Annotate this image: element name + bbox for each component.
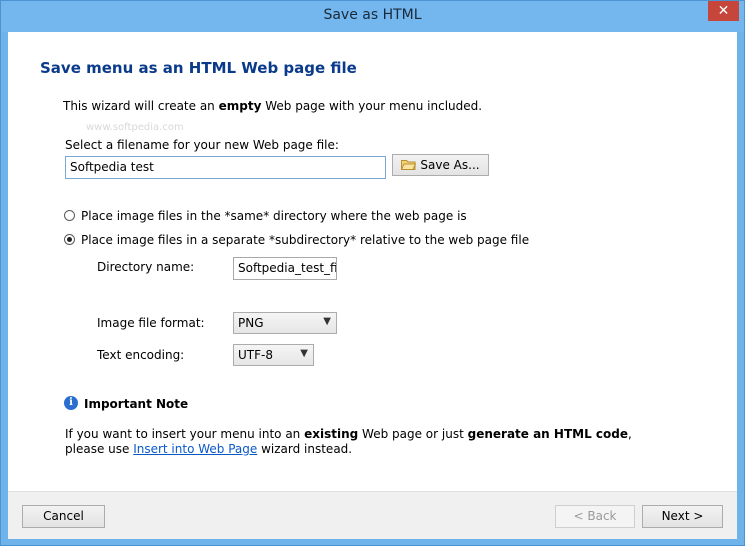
important-note-title: Important Note bbox=[84, 397, 189, 411]
text-encoding-label: Text encoding: bbox=[97, 348, 185, 362]
intro-text: This wizard will create an empty Web pag… bbox=[63, 99, 482, 113]
image-format-select[interactable]: PNG ▼ bbox=[233, 312, 337, 334]
save-as-html-window: Save as HTML ✕ Save menu as an HTML Web … bbox=[0, 0, 745, 546]
directory-name-label: Directory name: bbox=[97, 260, 195, 274]
footer-bar: Cancel < Back Next > bbox=[8, 492, 737, 539]
watermark: www.softpedia.com bbox=[86, 122, 184, 133]
note-text: , bbox=[628, 427, 632, 441]
note-line-1: If you want to insert your menu into an … bbox=[65, 427, 632, 441]
radio-selected-dot bbox=[67, 237, 72, 242]
note-emphasis-existing: existing bbox=[304, 427, 359, 441]
save-as-button[interactable]: Save As... bbox=[392, 154, 489, 176]
image-format-label: Image file format: bbox=[97, 316, 205, 330]
radio-same-directory-label[interactable]: Place image files in the *same* director… bbox=[81, 209, 467, 223]
page-heading: Save menu as an HTML Web page file bbox=[40, 59, 357, 77]
wizard-page: Save menu as an HTML Web page file This … bbox=[8, 32, 737, 539]
intro-text-emphasis: empty bbox=[218, 99, 262, 113]
chevron-down-icon: ▼ bbox=[300, 348, 308, 359]
chevron-down-icon: ▼ bbox=[323, 316, 331, 327]
note-text: Web page or just bbox=[358, 427, 468, 441]
back-button[interactable]: < Back bbox=[555, 505, 635, 528]
radio-subdirectory-label[interactable]: Place image files in a separate *subdire… bbox=[81, 233, 529, 247]
text-encoding-select[interactable]: UTF-8 ▼ bbox=[233, 344, 314, 366]
directory-name-input[interactable]: Softpedia_test_files bbox=[233, 257, 337, 280]
intro-text-start: This wizard will create an bbox=[63, 99, 219, 113]
close-icon: ✕ bbox=[717, 3, 730, 19]
image-format-value: PNG bbox=[238, 316, 264, 330]
filename-input[interactable]: Softpedia test bbox=[65, 156, 386, 179]
note-text: wizard instead. bbox=[257, 442, 353, 456]
note-text: If you want to insert your menu into an bbox=[65, 427, 305, 441]
insert-into-web-page-link[interactable]: Insert into Web Page bbox=[133, 442, 257, 456]
radio-same-directory[interactable] bbox=[64, 210, 75, 221]
note-text: please use bbox=[65, 442, 134, 456]
title-bar[interactable]: Save as HTML ✕ bbox=[1, 1, 744, 32]
info-icon: i bbox=[64, 396, 78, 410]
radio-subdirectory[interactable] bbox=[64, 234, 75, 245]
note-emphasis-generate: generate an HTML code bbox=[467, 427, 628, 441]
filename-label: Select a filename for your new Web page … bbox=[65, 138, 339, 152]
window-title: Save as HTML bbox=[323, 7, 422, 23]
save-as-label: Save As... bbox=[420, 158, 480, 172]
note-line-2: please use Insert into Web Page wizard i… bbox=[65, 442, 352, 456]
text-encoding-value: UTF-8 bbox=[238, 348, 273, 362]
close-button[interactable]: ✕ bbox=[708, 1, 739, 21]
next-button[interactable]: Next > bbox=[642, 505, 723, 528]
cancel-button[interactable]: Cancel bbox=[22, 505, 105, 528]
folder-open-icon bbox=[401, 160, 417, 170]
intro-text-end: Web page with your menu included. bbox=[261, 99, 483, 113]
